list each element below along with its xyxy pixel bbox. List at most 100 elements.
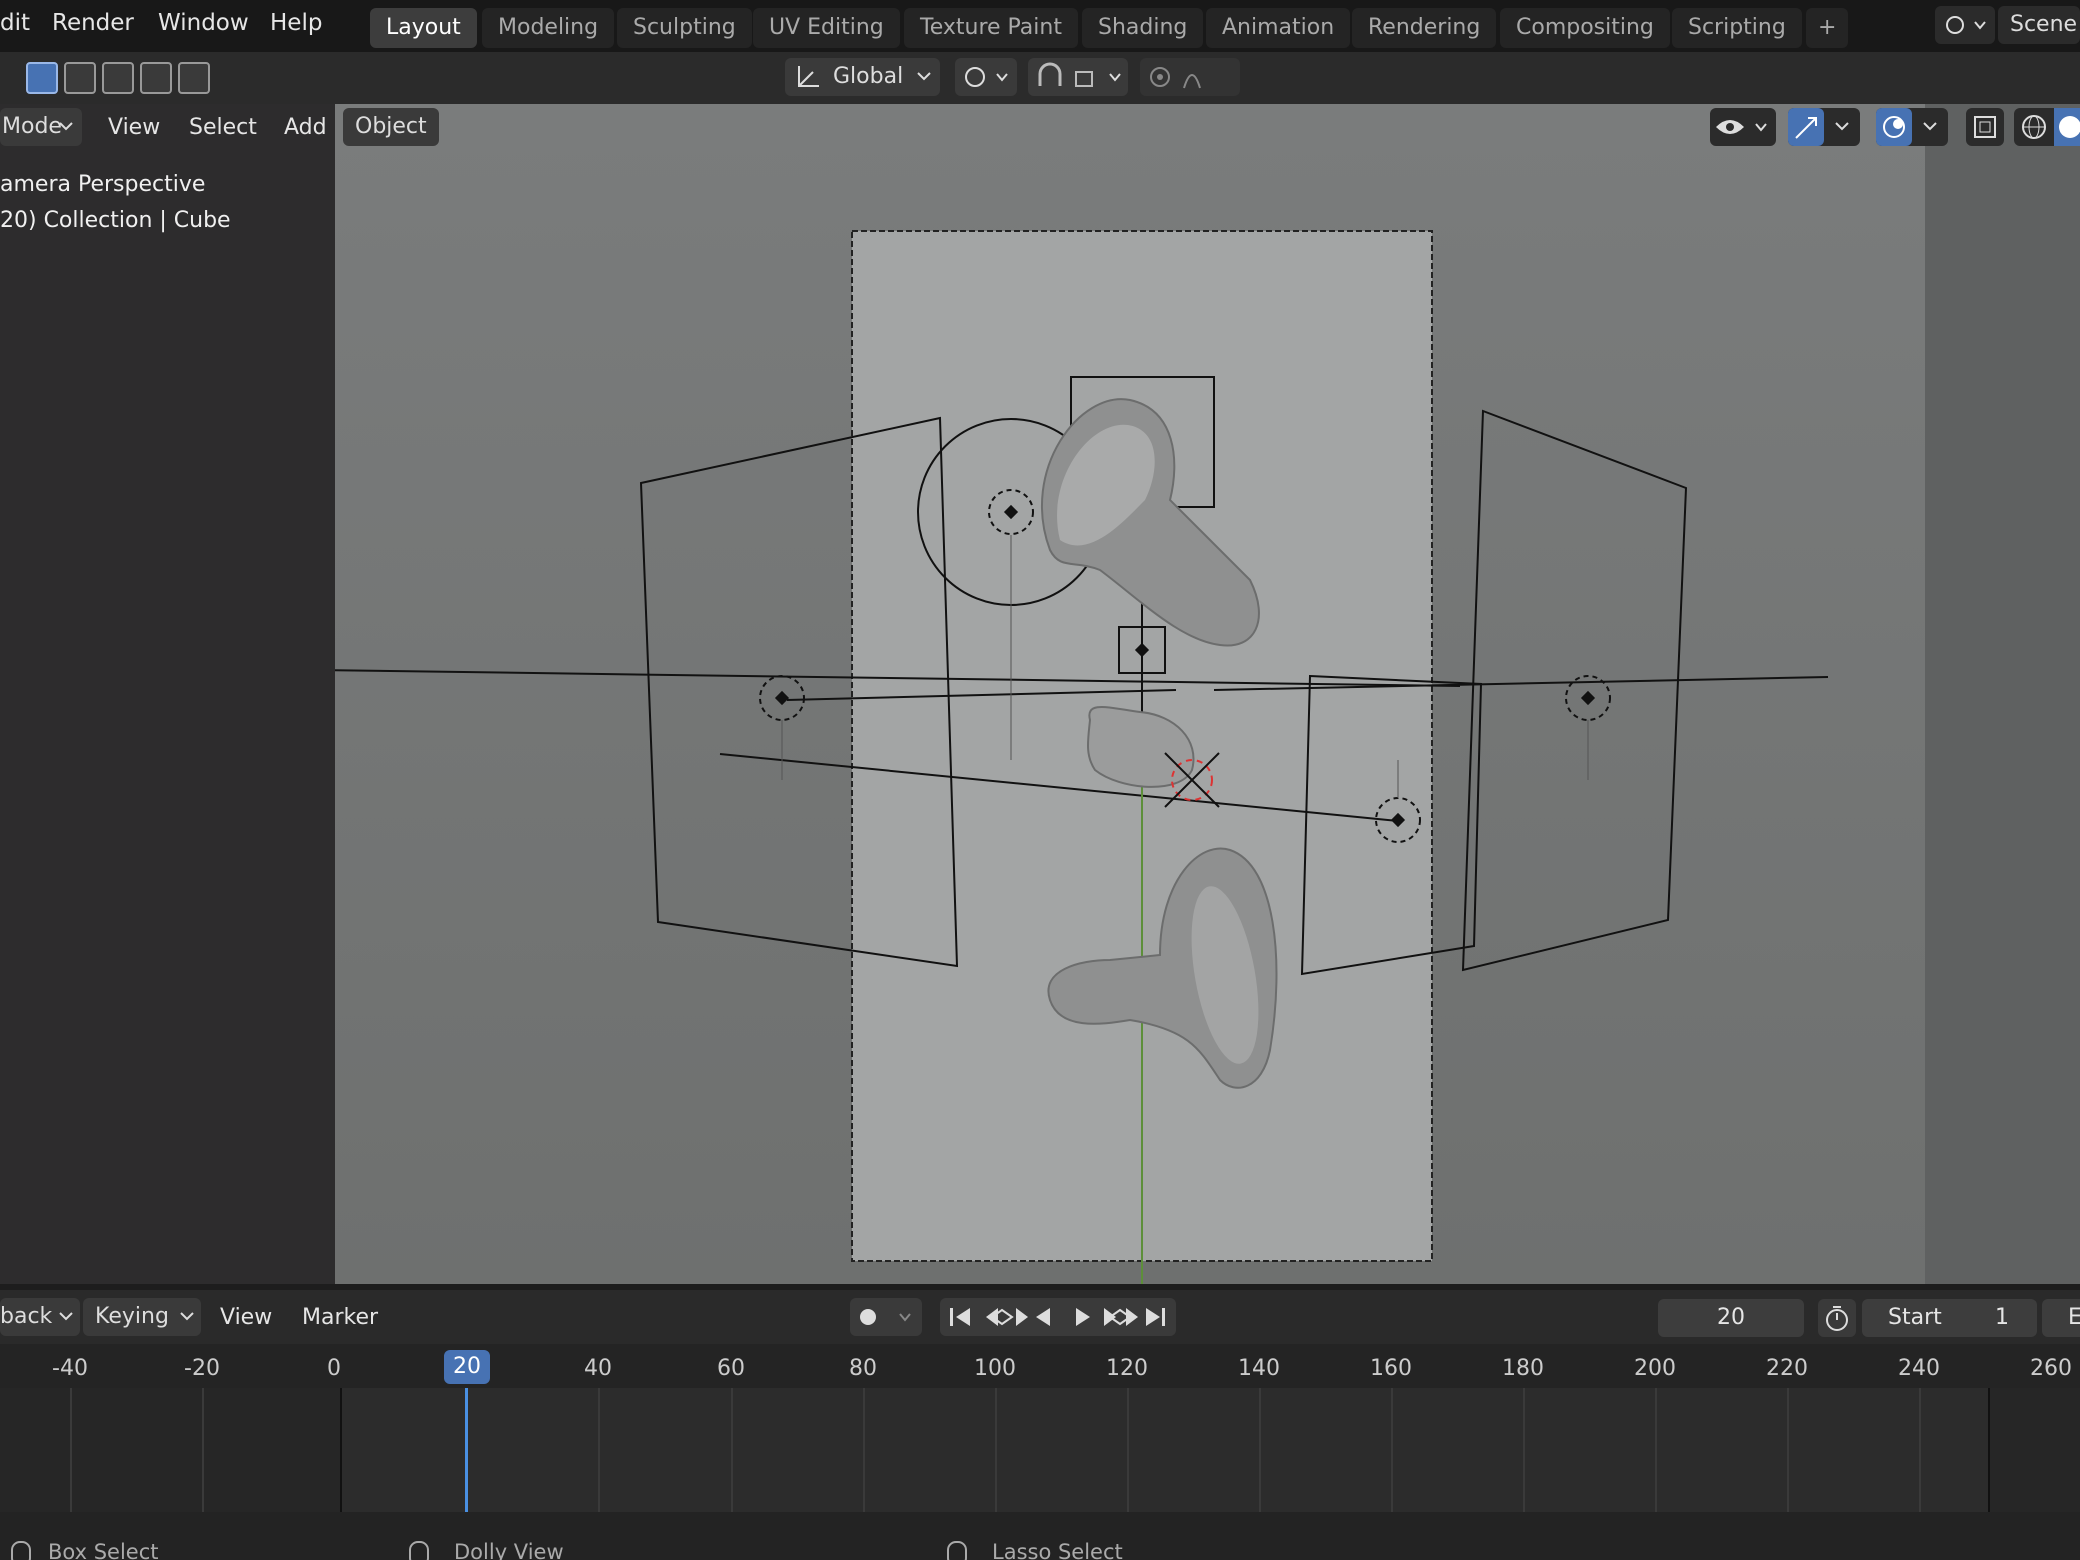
frame-tick: 100: [974, 1356, 1016, 1381]
tab-scripting[interactable]: Scripting: [1672, 8, 1802, 48]
collection-label: 20) Collection | Cube: [0, 208, 231, 233]
frame-tick: 60: [717, 1356, 745, 1381]
scene-name[interactable]: Scene: [1998, 6, 2080, 44]
playback-icons: [950, 1308, 1165, 1326]
playback-dropdown[interactable]: back: [0, 1298, 80, 1336]
visibility-dropdown[interactable]: [1710, 108, 1776, 146]
tab-modeling[interactable]: Modeling: [482, 8, 615, 48]
transform-orientation-dropdown[interactable]: Global: [785, 58, 940, 96]
scene-selector-button[interactable]: [1935, 6, 1995, 44]
mouse-middle-icon: [409, 1541, 429, 1560]
playhead-frame-badge[interactable]: 20: [444, 1350, 490, 1384]
keying-label: Keying: [95, 1304, 169, 1329]
chevron-down-icon: [180, 1312, 194, 1321]
keying-dropdown[interactable]: Keying: [83, 1298, 201, 1336]
frame-tick: 180: [1502, 1356, 1544, 1381]
viewport-menu-select[interactable]: Select: [189, 108, 257, 148]
viewport-menu-view[interactable]: View: [108, 108, 160, 148]
pivot-icon: [965, 67, 1008, 87]
wireframe-shading-icon: [2022, 108, 2080, 146]
add-workspace-button[interactable]: +: [1806, 8, 1849, 48]
blender-window: { "topbar": { "menus": ["dit", "Render",…: [0, 0, 2080, 1560]
timeline-menu-view[interactable]: View: [220, 1300, 272, 1336]
grid-line: [202, 1388, 204, 1512]
start-frame-field[interactable]: Start 1: [1862, 1299, 2037, 1337]
frame-tick: 0: [327, 1356, 341, 1381]
status-lasso-select: Lasso Select: [992, 1540, 1123, 1560]
eye-icon: [1716, 120, 1767, 134]
shading-mode-buttons[interactable]: [2014, 108, 2080, 146]
frame-tick: 200: [1634, 1356, 1676, 1381]
gizmo-dropdown[interactable]: [1788, 108, 1860, 146]
left-panel: [0, 104, 335, 1284]
tab-animation[interactable]: Animation: [1206, 8, 1351, 48]
current-frame-field[interactable]: 20: [1658, 1299, 1804, 1337]
frame-tick: 120: [1106, 1356, 1148, 1381]
scene-icon: [1946, 16, 1986, 34]
viewport-menu-add[interactable]: Add: [284, 108, 327, 148]
right-panel-strip: [1925, 104, 2080, 1284]
plane-right[interactable]: [1461, 409, 1688, 972]
menu-help[interactable]: Help: [270, 0, 322, 52]
start-frame-value: 1: [1995, 1305, 2009, 1330]
overlays-toggle[interactable]: [1876, 108, 1912, 146]
viewport-scene: [335, 230, 1829, 1284]
viewport-menu-object[interactable]: Object: [343, 108, 439, 146]
timeline-menu-marker[interactable]: Marker: [302, 1300, 378, 1336]
tab-layout[interactable]: Layout: [370, 8, 477, 48]
record-icon: [860, 1309, 911, 1325]
select-mode-intersect-icon[interactable]: [178, 62, 210, 94]
mode-dropdown[interactable]: Mode: [0, 108, 82, 146]
tab-uv-editing[interactable]: UV Editing: [753, 8, 900, 48]
grid-line: [1787, 1388, 1789, 1512]
tab-rendering[interactable]: Rendering: [1352, 8, 1497, 48]
tab-shading[interactable]: Shading: [1082, 8, 1204, 48]
range-start-line: [340, 1388, 342, 1512]
grid-line: [1259, 1388, 1261, 1512]
mouse-left-icon: [11, 1541, 31, 1560]
grid-line: [70, 1388, 72, 1512]
select-mode-extend-icon[interactable]: [64, 62, 96, 94]
status-box-select: Box Select: [48, 1540, 159, 1560]
menu-window[interactable]: Window: [158, 0, 249, 52]
tab-compositing[interactable]: Compositing: [1500, 8, 1670, 48]
select-mode-subtract-icon[interactable]: [102, 62, 134, 94]
gizmo-toggle[interactable]: [1788, 108, 1824, 146]
end-frame-field[interactable]: E: [2042, 1299, 2080, 1337]
frame-tick: 220: [1766, 1356, 1808, 1381]
proportional-editing-toggle[interactable]: [1140, 58, 1240, 96]
playhead-line[interactable]: [465, 1388, 468, 1512]
frame-tick: 80: [849, 1356, 877, 1381]
tab-sculpting[interactable]: Sculpting: [617, 8, 752, 48]
tab-texture-paint[interactable]: Texture Paint: [904, 8, 1078, 48]
top-menu-bar: dit Render Window Help Layout Modeling S…: [0, 0, 2080, 52]
grid-line: [731, 1388, 733, 1512]
mode-label: Mode: [2, 114, 62, 139]
out-of-range-right: [1988, 1388, 2080, 1512]
proportional-icon: [1150, 67, 1201, 89]
grid-line: [995, 1388, 997, 1512]
chevron-down-icon: [59, 122, 73, 131]
grid-line: [1391, 1388, 1393, 1512]
select-mode-invert-icon[interactable]: [140, 62, 172, 94]
select-mode-new-icon[interactable]: [26, 62, 58, 94]
xray-toggle[interactable]: [1966, 108, 2004, 146]
menu-render[interactable]: Render: [52, 0, 134, 52]
frame-tick: 260: [2030, 1356, 2072, 1381]
overlays-dropdown[interactable]: [1876, 108, 1948, 146]
playback-controls[interactable]: [940, 1298, 1176, 1336]
playback-label: back: [0, 1304, 53, 1329]
preview-range-toggle[interactable]: [1818, 1299, 1856, 1337]
3d-viewport[interactable]: [335, 104, 1925, 1284]
auto-keying-toggle[interactable]: [850, 1298, 922, 1336]
status-dolly-view: Dolly View: [454, 1540, 564, 1560]
orientation-icon: [798, 66, 819, 87]
grid-line: [598, 1388, 600, 1512]
menu-edit[interactable]: dit: [0, 0, 30, 52]
start-frame-label: Start: [1888, 1305, 1942, 1330]
frame-tick: 40: [584, 1356, 612, 1381]
magnet-icon: [1038, 62, 1121, 87]
pivot-point-dropdown[interactable]: [955, 58, 1017, 96]
snap-toggle[interactable]: [1028, 58, 1128, 96]
mouse-right-icon: [947, 1541, 967, 1560]
